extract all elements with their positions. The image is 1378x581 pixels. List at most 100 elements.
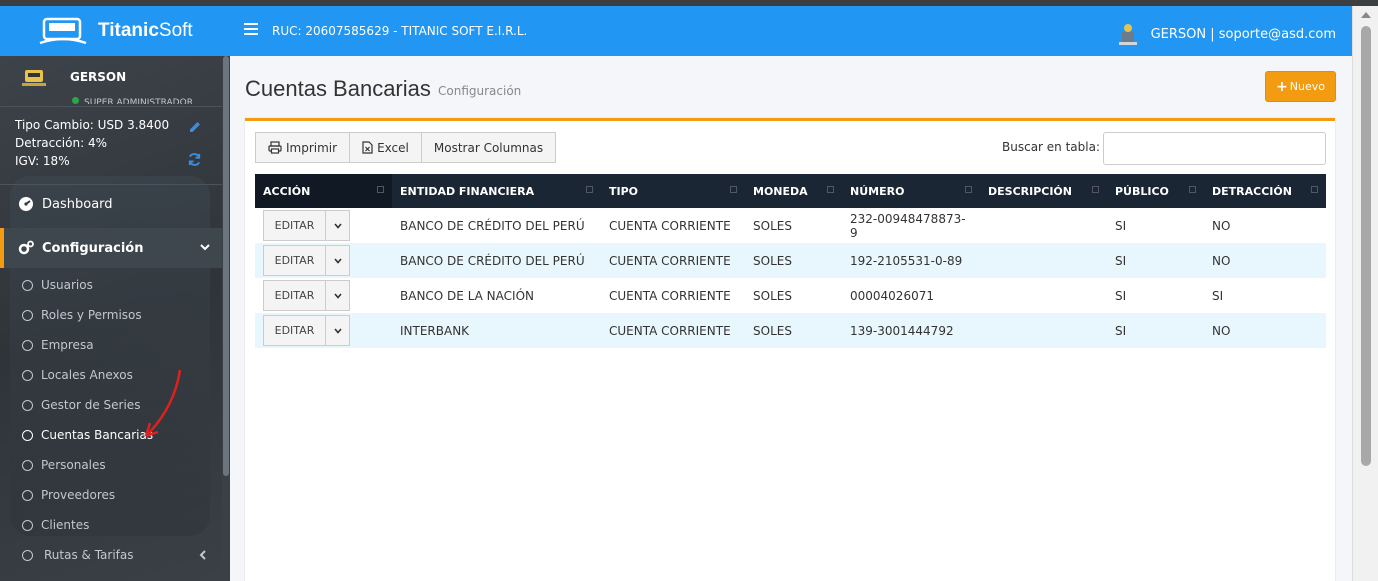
circle-icon: [22, 369, 33, 381]
dropdown-toggle[interactable]: [326, 245, 350, 276]
scroll-thumb[interactable]: [1361, 26, 1371, 466]
cell-numero: 139-3001444792: [842, 313, 980, 348]
sidebar-user-name: GERSON: [70, 70, 127, 84]
scroll-up-icon[interactable]: [1361, 12, 1371, 18]
new-button[interactable]: + Nuevo: [1265, 71, 1336, 102]
page-scrollbar[interactable]: [1352, 6, 1378, 581]
sidebar-scrollbar[interactable]: [222, 56, 230, 581]
cell-publico: SI: [1107, 278, 1204, 313]
refresh-icon[interactable]: [187, 152, 202, 167]
col-tipo[interactable]: TIPO: [601, 174, 745, 208]
nav-dashboard[interactable]: Dashboard: [0, 184, 226, 224]
edit-split-button: EDITAR: [263, 245, 350, 276]
brand[interactable]: TitanicSoft: [0, 6, 230, 56]
circle-icon: [22, 309, 33, 321]
col-publico[interactable]: PÚBLICO: [1107, 174, 1204, 208]
cell-detraccion: NO: [1204, 208, 1326, 243]
sidebar-item-series[interactable]: Gestor de Series: [0, 390, 226, 420]
circle-icon: [22, 279, 33, 291]
nav-configuracion[interactable]: Configuración: [0, 228, 226, 268]
sidebar-item-personales[interactable]: Personales: [0, 450, 226, 480]
tipo-cambio: Tipo Cambio: USD 3.8400: [15, 118, 170, 132]
col-moneda[interactable]: MONEDA: [745, 174, 842, 208]
dropdown-toggle[interactable]: [326, 315, 350, 346]
excel-file-icon: [362, 141, 373, 154]
circle-icon: [22, 399, 33, 411]
online-status-icon: [72, 97, 79, 104]
cell-moneda: SOLES: [745, 243, 842, 278]
sidebar-item-roles[interactable]: Roles y Permisos: [0, 300, 226, 330]
user-label: GERSON | soporte@asd.com: [1150, 26, 1336, 42]
chevron-down-icon: [333, 327, 342, 334]
sort-icon: [827, 186, 834, 193]
col-entidad[interactable]: ENTIDAD FINANCIERA: [392, 174, 601, 208]
cell-tipo: CUENTA CORRIENTE: [601, 313, 745, 348]
bus-logo-icon: [39, 17, 87, 45]
chevron-left-icon: [199, 550, 206, 560]
sidebar-item-proveedores[interactable]: Proveedores: [0, 480, 226, 510]
chevron-down-icon: [333, 292, 342, 299]
cell-publico: SI: [1107, 313, 1204, 348]
sidebar: GERSON SUPER ADMINISTRADOR Tipo Cambio: …: [0, 56, 230, 581]
cell-moneda: SOLES: [745, 278, 842, 313]
table-row: EDITAR INTERBANK CUENTA CORRIENTE SOLES …: [255, 313, 1326, 348]
edit-split-button: EDITAR: [263, 280, 350, 311]
cell-publico: SI: [1107, 208, 1204, 243]
columns-button[interactable]: Mostrar Columnas: [420, 132, 557, 163]
sort-icon: [1189, 186, 1196, 193]
menu-toggle-icon[interactable]: [244, 23, 258, 37]
sidebar-item-label: Gestor de Series: [41, 398, 141, 412]
col-numero[interactable]: NÚMERO: [842, 174, 980, 208]
user-menu[interactable]: GERSON | soporte@asd.com: [1117, 22, 1336, 46]
col-descripcion[interactable]: DESCRIPCIÓN: [980, 174, 1107, 208]
sidebar-scroll-thumb[interactable]: [223, 56, 229, 476]
table-card: Imprimir Excel Mostrar Columnas Buscar e…: [245, 118, 1335, 581]
search-input[interactable]: [1103, 132, 1326, 165]
edit-button[interactable]: EDITAR: [263, 280, 326, 311]
accounts-table: ACCIÓN ENTIDAD FINANCIERA TIPO MONEDA NÚ…: [255, 174, 1326, 348]
sidebar-item-rutas[interactable]: Rutas & Tarifas: [0, 540, 226, 570]
printer-icon: [268, 141, 282, 154]
dashboard-icon: [19, 197, 33, 211]
sort-icon: [730, 186, 737, 193]
cell-detraccion: NO: [1204, 313, 1326, 348]
cell-moneda: SOLES: [745, 208, 842, 243]
col-accion[interactable]: ACCIÓN: [255, 174, 392, 208]
edit-button[interactable]: EDITAR: [263, 210, 326, 241]
sidebar-item-cuentas-bancarias[interactable]: Cuentas Bancarias: [0, 420, 226, 450]
pencil-icon[interactable]: [188, 120, 202, 134]
sidebar-rates: Tipo Cambio: USD 3.8400 Detracción: 4% I…: [15, 116, 169, 170]
cell-entidad: INTERBANK: [392, 313, 601, 348]
sidebar-item-label: Clientes: [41, 518, 90, 532]
cell-tipo: CUENTA CORRIENTE: [601, 278, 745, 313]
cell-descripcion: [980, 313, 1107, 348]
excel-button[interactable]: Excel: [349, 132, 422, 163]
edit-button[interactable]: EDITAR: [263, 315, 326, 346]
sidebar-item-empresa[interactable]: Empresa: [0, 330, 226, 360]
sort-icon: [1092, 186, 1099, 193]
cell-moneda: SOLES: [745, 313, 842, 348]
edit-button[interactable]: EDITAR: [263, 245, 326, 276]
new-button-label: Nuevo: [1289, 80, 1325, 93]
cell-tipo: CUENTA CORRIENTE: [601, 208, 745, 243]
dropdown-toggle[interactable]: [326, 210, 350, 241]
cell-tipo: CUENTA CORRIENTE: [601, 243, 745, 278]
cell-entidad: BANCO DE CRÉDITO DEL PERÚ: [392, 243, 601, 278]
cell-detraccion: NO: [1204, 243, 1326, 278]
sidebar-item-usuarios[interactable]: Usuarios: [0, 270, 226, 300]
table-row: EDITAR BANCO DE LA NACIÓN CUENTA CORRIEN…: [255, 278, 1326, 313]
circle-icon: [22, 459, 33, 471]
print-button[interactable]: Imprimir: [255, 132, 351, 163]
sidebar-item-locales[interactable]: Locales Anexos: [0, 360, 226, 390]
cogs-icon: [18, 240, 34, 255]
table-row: EDITAR BANCO DE CRÉDITO DEL PERÚ CUENTA …: [255, 208, 1326, 243]
col-detraccion[interactable]: DETRACCIÓN: [1204, 174, 1326, 208]
chevron-down-icon: [333, 257, 342, 264]
sort-icon: [377, 186, 384, 193]
dropdown-toggle[interactable]: [326, 280, 350, 311]
table-row: EDITAR BANCO DE CRÉDITO DEL PERÚ CUENTA …: [255, 243, 1326, 278]
sidebar-item-clientes[interactable]: Clientes: [0, 510, 226, 540]
sidebar-user-panel[interactable]: GERSON SUPER ADMINISTRADOR: [0, 56, 230, 106]
igv-rate: IGV: 18%: [15, 154, 70, 168]
sidebar-item-label: Locales Anexos: [41, 368, 133, 382]
